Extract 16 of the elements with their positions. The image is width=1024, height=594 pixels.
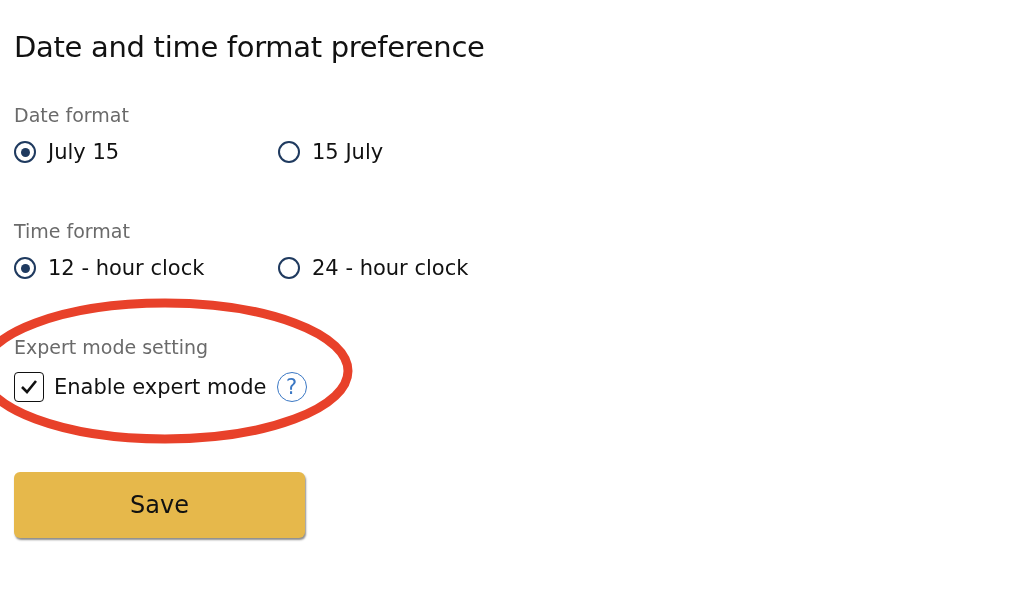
- radio-button[interactable]: [278, 141, 300, 163]
- section-label: Date format: [14, 104, 130, 126]
- check-icon: [20, 379, 38, 395]
- radio-button[interactable]: [14, 257, 36, 279]
- section-label: Time format: [14, 220, 131, 242]
- option-label: July 15: [48, 140, 120, 164]
- page-title: Date and time format preference: [14, 30, 486, 64]
- option-label: 15 July: [312, 140, 384, 164]
- section-label: Expert mode setting: [14, 336, 210, 358]
- option-label: 12 - hour clock: [48, 256, 205, 280]
- option-label: Enable expert mode: [54, 375, 267, 399]
- radio-button[interactable]: [278, 257, 300, 279]
- save-button[interactable]: Save: [14, 472, 305, 538]
- checkbox[interactable]: [14, 372, 44, 402]
- radio-button[interactable]: [14, 141, 36, 163]
- option-label: 24 - hour clock: [312, 256, 469, 280]
